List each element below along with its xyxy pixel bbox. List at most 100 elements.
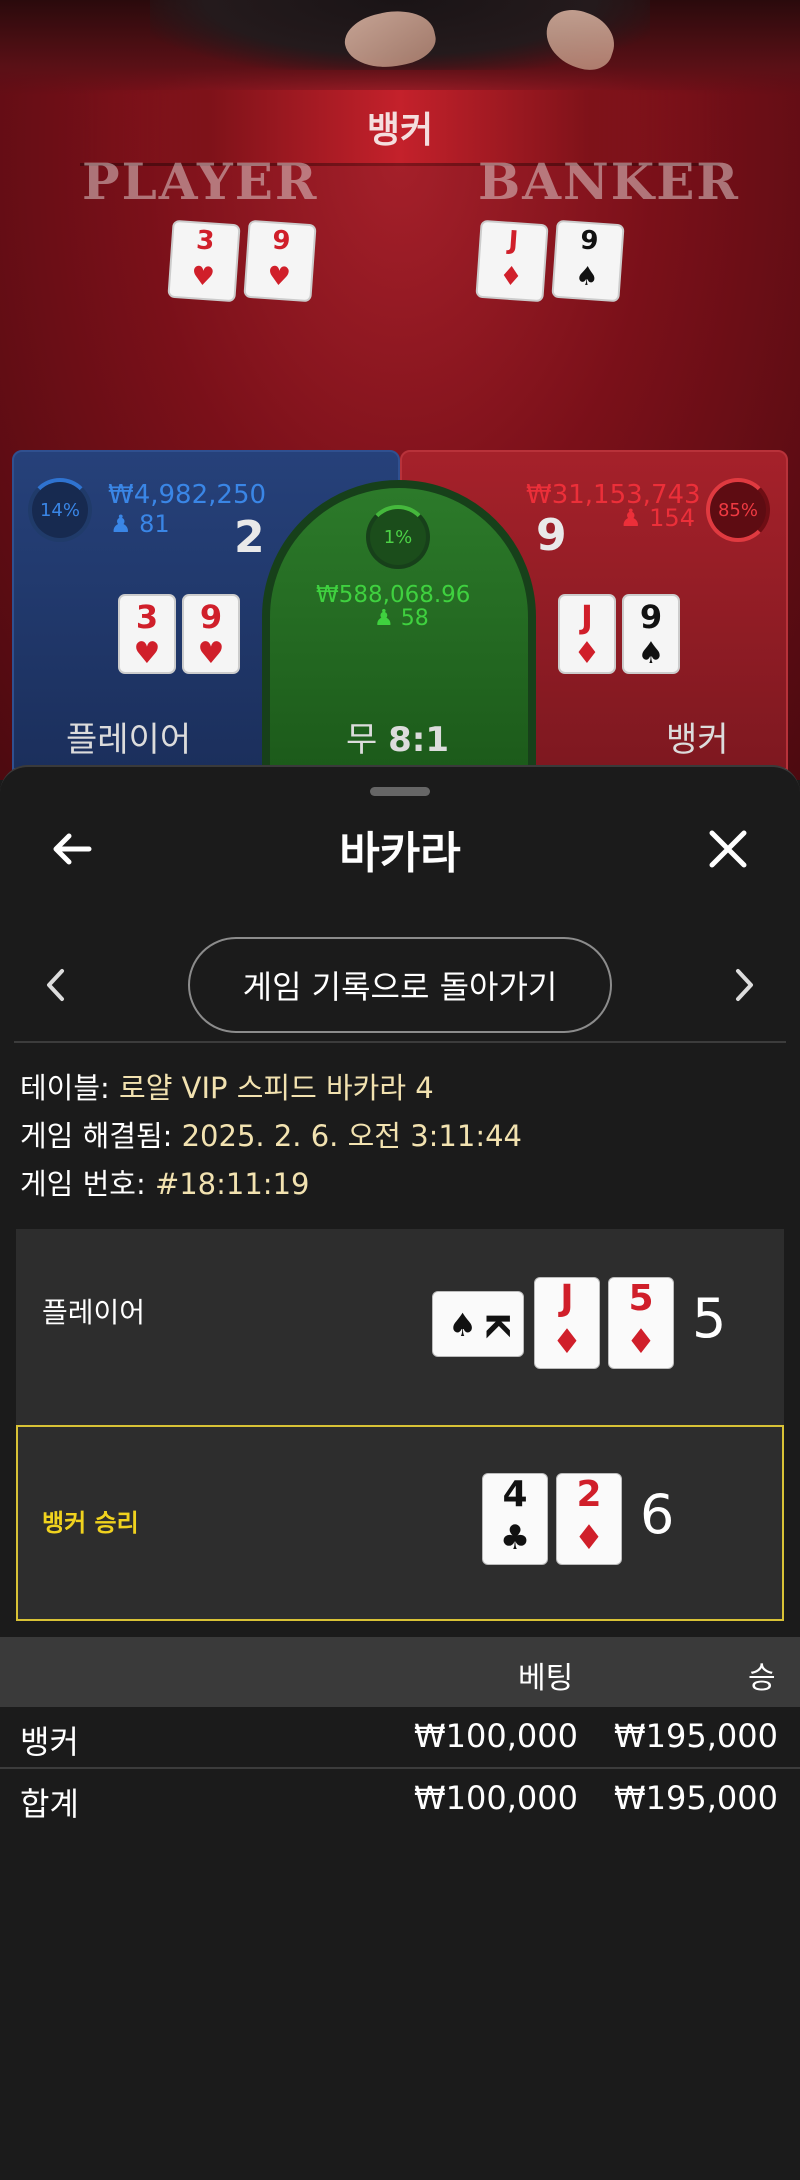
table-card: 9 ♠ — [551, 219, 625, 303]
resolved-info-label: 게임 해결됨: — [20, 1119, 173, 1153]
hand-card: 2 ♦ — [556, 1473, 622, 1565]
player-bettor-count: ♟ 81 — [110, 510, 170, 538]
row-divider — [0, 1767, 800, 1769]
game-number-info: 게임 번호: #18:11:19 — [20, 1161, 309, 1203]
player-hand-name: 플레이어 — [42, 1296, 146, 1329]
card-suit-icon: ♥ — [266, 261, 292, 293]
card-suit-icon: ♦ — [498, 261, 524, 293]
header-win: 승 — [748, 1661, 776, 1696]
tie-payout: 8:1 — [388, 720, 450, 760]
card-suit-icon: ♥ — [133, 636, 161, 671]
banker-hand-row: 뱅커 승리 4 ♣ 2 ♦ 6 — [16, 1425, 784, 1621]
user-icon: ♟ — [110, 510, 132, 538]
tie-bettor-count-value: 58 — [400, 606, 429, 631]
card-suit-icon: ♠ — [448, 1306, 477, 1344]
game-detail-sheet: 바카라 게임 기록으로 돌아가기 테이블: 로얄 VIP 스피드 바카라 4 게… — [0, 765, 800, 2180]
banker-card: 9 ♠ — [622, 594, 680, 674]
banker-bet-label: 뱅커 — [666, 720, 729, 760]
player-hand-score: 5 — [692, 1287, 727, 1350]
card-rank: K — [478, 1312, 517, 1338]
card-suit-icon: ♦ — [551, 1322, 583, 1362]
card-suit-icon: ♣ — [499, 1518, 531, 1558]
hand-card: 4 ♣ — [482, 1473, 548, 1565]
bet-table-header: 베팅 승 — [0, 1637, 800, 1707]
card-rank: J — [560, 1278, 574, 1319]
banker-score: 9 — [536, 510, 567, 561]
hand-card: 5 ♦ — [608, 1277, 674, 1369]
banker-bettor-count: ♟ 154 — [620, 504, 695, 532]
hand-card: J ♦ — [534, 1277, 600, 1369]
sheet-title: 바카라 — [339, 828, 461, 879]
table-title-player: PLAYER — [82, 152, 319, 211]
tie-bet-amount: ₩588,068.96 — [316, 582, 471, 608]
card-rank: 9 — [639, 598, 663, 636]
card-rank: 9 — [199, 598, 223, 636]
card-suit-icon: ♥ — [197, 636, 225, 671]
banker-percent-ring: 85% — [706, 478, 770, 542]
table-info-label: 테이블: — [20, 1071, 110, 1105]
close-button[interactable] — [696, 817, 760, 881]
player-bet-label: 플레이어 — [66, 720, 192, 760]
dealer-area — [0, 0, 800, 95]
header-bet: 베팅 — [518, 1661, 574, 1696]
card-suit-icon: ♦ — [625, 1322, 657, 1362]
table-info-value: 로얄 VIP 스피드 바카라 4 — [119, 1071, 434, 1105]
player-score: 2 — [234, 512, 265, 563]
user-icon: ♟ — [620, 504, 642, 532]
banker-hand-name: 뱅커 승리 — [42, 1509, 139, 1537]
tie-bet-label: 무 8:1 — [346, 712, 449, 761]
card-rank: 4 — [502, 1474, 528, 1515]
next-game-button[interactable] — [724, 955, 764, 1015]
resolved-info-value: 2025. 2. 6. 오전 3:11:44 — [181, 1119, 522, 1153]
table-card: 3 ♥ — [167, 219, 241, 303]
card-rank: 2 — [576, 1474, 602, 1515]
player-card: 9 ♥ — [182, 594, 240, 674]
card-rank: 3 — [195, 225, 216, 257]
banker-bettor-count-value: 154 — [649, 504, 695, 532]
row-label: 합계 — [20, 1785, 79, 1823]
close-icon — [709, 830, 747, 868]
game-number-value: #18:11:19 — [154, 1167, 310, 1201]
player-hand-row: 플레이어 ♠ K J ♦ 5 ♦ 5 — [16, 1229, 784, 1425]
chevron-right-icon — [736, 969, 753, 1001]
card-rank: J — [581, 598, 593, 636]
resolved-info: 게임 해결됨: 2025. 2. 6. 오전 3:11:44 — [20, 1113, 522, 1155]
back-to-history-button[interactable]: 게임 기록으로 돌아가기 — [188, 937, 612, 1033]
card-suit-icon: ♦ — [573, 636, 601, 671]
player-bettor-count-value: 81 — [139, 510, 170, 538]
chevron-left-icon — [47, 969, 64, 1001]
tie-label-text: 무 — [346, 720, 378, 760]
user-icon: ♟ — [374, 606, 394, 631]
banker-card: J ♦ — [558, 594, 616, 674]
card-rank: J — [507, 225, 520, 257]
game-number-label: 게임 번호: — [20, 1167, 146, 1201]
card-rank: 3 — [135, 598, 159, 636]
table-title-banker: BANKER — [478, 152, 740, 211]
card-suit-icon: ♠ — [574, 261, 600, 293]
banker-hand-score: 6 — [640, 1483, 675, 1546]
previous-game-button[interactable] — [36, 955, 76, 1015]
tie-bettor-count: ♟ 58 — [374, 606, 429, 631]
row-label: 뱅커 — [20, 1723, 79, 1761]
bet-table-row: 뱅커 ₩100,000 ₩195,000 — [0, 1709, 800, 1769]
row-win: ₩195,000 — [614, 1779, 778, 1817]
table-info: 테이블: 로얄 VIP 스피드 바카라 4 — [20, 1065, 434, 1107]
player-bet-amount: ₩4,982,250 — [108, 480, 267, 510]
card-rank: 9 — [271, 225, 292, 257]
player-percent-ring: 14% — [28, 478, 92, 542]
game-nav-row: 게임 기록으로 돌아가기 — [0, 927, 800, 1037]
card-suit-icon: ♦ — [573, 1518, 605, 1558]
card-rank: 5 — [628, 1278, 654, 1319]
hand-card-rotated: ♠ K — [432, 1291, 524, 1357]
divider — [14, 1041, 786, 1043]
row-win: ₩195,000 — [614, 1717, 778, 1755]
table-card: 9 ♥ — [243, 219, 317, 303]
card-rank: 9 — [579, 225, 600, 257]
bet-table-total-row: 합계 ₩100,000 ₩195,000 — [0, 1771, 800, 1831]
card-suit-icon: ♠ — [637, 636, 665, 671]
card-suit-icon: ♥ — [190, 261, 216, 293]
row-bet: ₩100,000 — [414, 1779, 578, 1817]
sheet-drag-handle[interactable] — [370, 787, 430, 796]
table-card: J ♦ — [475, 219, 549, 303]
player-card: 3 ♥ — [118, 594, 176, 674]
